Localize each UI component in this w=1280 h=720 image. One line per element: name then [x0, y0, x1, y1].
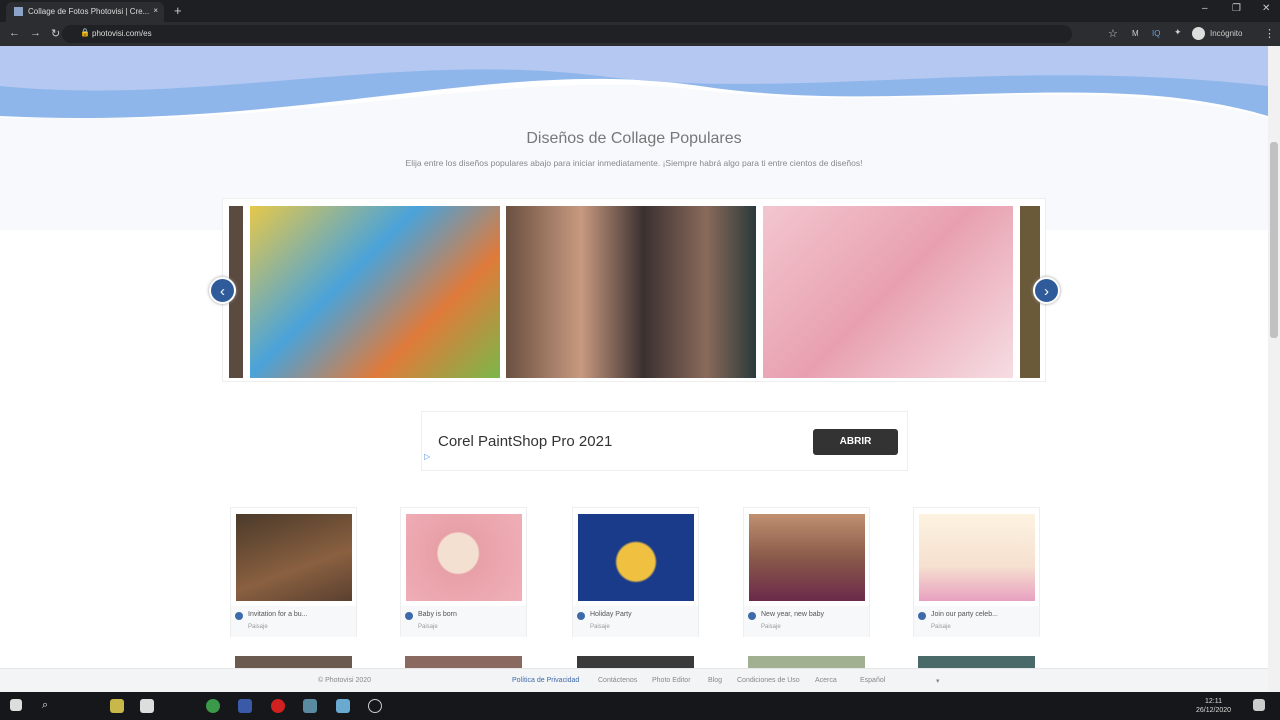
footer-link-contact[interactable]: Contáctenos [598, 677, 637, 684]
footer-bar: © Photovisi 2020 Política de Privacidad … [0, 668, 1268, 692]
footer-link-terms[interactable]: Condiciones de Uso [737, 677, 800, 684]
app-icon[interactable] [336, 699, 350, 713]
minimize-button[interactable]: – [1202, 3, 1208, 14]
scrollbar[interactable] [1268, 46, 1280, 692]
template-name: Join our party celeb... [931, 611, 998, 618]
adchoices-icon[interactable]: ▷ [424, 452, 430, 461]
template-orientation: Paisaje [590, 624, 610, 630]
template-name: New year, new baby [761, 611, 825, 618]
reload-icon[interactable]: ↻ [51, 27, 60, 40]
template-orientation: Paisaje [418, 624, 438, 630]
clock-time: 12:11 [1205, 698, 1223, 705]
footer-link-about[interactable]: Acerca [815, 677, 837, 684]
template-thumbnail [406, 514, 522, 601]
carousel-prev-button[interactable]: ‹ [209, 277, 236, 304]
template-icon [235, 612, 243, 620]
footer-link-privacy[interactable]: Política de Privacidad [512, 677, 579, 684]
template-card[interactable]: Baby is born Paisaje [400, 507, 527, 637]
tab-title: Collage de Fotos Photovisi | Cre... [28, 7, 150, 16]
template-thumbnail [578, 514, 694, 601]
app-icon[interactable] [110, 699, 124, 713]
ad-banner[interactable]: Corel PaintShop Pro 2021 ABRIR ▷ [421, 411, 908, 471]
footer-link-blog[interactable]: Blog [708, 677, 722, 684]
search-icon[interactable]: ⌕ [42, 699, 56, 713]
template-icon [577, 612, 585, 620]
url-field[interactable]: 🔒 photovisi.com/es [62, 25, 1072, 43]
app-icon[interactable] [303, 699, 317, 713]
template-name: Holiday Party [590, 611, 632, 618]
notifications-icon[interactable] [1253, 699, 1265, 711]
template-name: Baby is born [418, 611, 457, 618]
template-card[interactable]: Holiday Party Paisaje [572, 507, 699, 637]
browser-tab[interactable]: Collage de Fotos Photovisi | Cre... × [6, 2, 164, 22]
restore-button[interactable]: ❐ [1232, 3, 1241, 14]
chrome-icon[interactable] [206, 699, 220, 713]
collage-slide[interactable] [506, 206, 756, 378]
lock-icon: 🔒 [80, 28, 90, 37]
ad-open-button[interactable]: ABRIR [813, 429, 898, 455]
store-icon[interactable] [140, 699, 154, 713]
favicon-icon [14, 7, 23, 16]
chevron-down-icon[interactable]: ▾ [936, 677, 940, 685]
template-card[interactable]: New year, new baby Paisaje [743, 507, 870, 637]
template-orientation: Paisaje [931, 624, 951, 630]
language-select[interactable]: Español [860, 677, 885, 684]
footer-link-photo-editor[interactable]: Photo Editor [652, 677, 691, 684]
carousel-next-button[interactable]: › [1033, 277, 1060, 304]
scrollbar-thumb[interactable] [1270, 142, 1278, 338]
opera-icon[interactable] [271, 699, 285, 713]
template-orientation: Paisaje [761, 624, 781, 630]
template-thumbnail [236, 514, 352, 601]
windows-taskbar: ⌕ 12:11 26/12/2020 [0, 692, 1280, 720]
incognito-icon [1192, 27, 1205, 40]
close-tab-icon[interactable]: × [153, 6, 158, 15]
extension-icon[interactable]: M [1132, 29, 1139, 38]
copyright: © Photovisi 2020 [318, 677, 372, 684]
browser-tab-bar: Collage de Fotos Photovisi | Cre... × + –… [0, 0, 1280, 22]
page-subtitle: Elija entre los diseños populares abajo … [405, 158, 863, 168]
address-bar-row: ← → ↻ 🔒 photovisi.com/es ☆ M IQ ✦ Incógni… [0, 22, 1280, 46]
app-icon[interactable] [238, 699, 252, 713]
clock-date: 26/12/2020 [1196, 707, 1232, 714]
puzzle-icon[interactable]: ✦ [1174, 27, 1182, 38]
start-icon[interactable] [10, 699, 22, 711]
template-name: Invitation for a bu... [248, 611, 308, 618]
template-thumbnail [749, 514, 865, 601]
template-card[interactable]: Join our party celeb... Paisaje [913, 507, 1040, 637]
back-icon[interactable]: ← [9, 27, 20, 39]
star-icon[interactable]: ☆ [1108, 27, 1118, 40]
collage-carousel [222, 198, 1046, 382]
template-icon [748, 612, 756, 620]
close-window-button[interactable]: ✕ [1262, 3, 1270, 14]
collage-slide[interactable] [763, 206, 1013, 378]
template-orientation: Paisaje [248, 624, 268, 630]
forward-icon[interactable]: → [30, 27, 41, 39]
app-icon[interactable] [368, 699, 382, 713]
template-icon [918, 612, 926, 620]
url-text: photovisi.com/es [92, 29, 152, 38]
page-title: Diseños de Collage Populares [526, 130, 742, 147]
new-tab-button[interactable]: + [174, 3, 182, 18]
template-thumbnail [919, 514, 1035, 601]
menu-icon[interactable]: ⋮ [1264, 27, 1275, 40]
profile-label[interactable]: Incógnito [1210, 29, 1242, 38]
system-clock[interactable]: 12:11 26/12/2020 [1196, 697, 1231, 715]
template-icon [405, 612, 413, 620]
template-card[interactable]: Invitation for a bu... Paisaje [230, 507, 357, 637]
extension-icon[interactable]: IQ [1152, 29, 1160, 38]
ad-text: Corel PaintShop Pro 2021 [438, 433, 613, 450]
collage-slide[interactable] [250, 206, 500, 378]
